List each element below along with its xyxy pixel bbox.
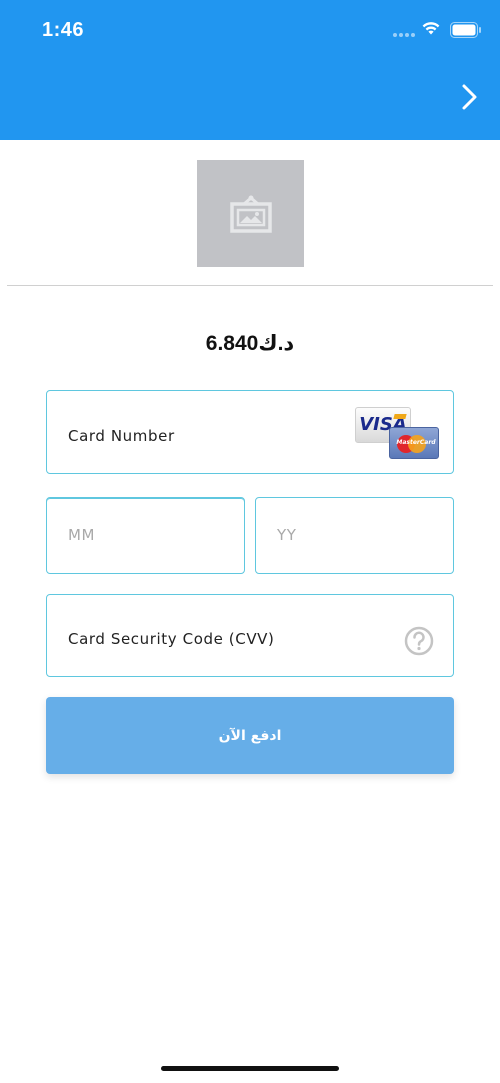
expiry-year-input[interactable] (277, 526, 427, 544)
card-number-label: Card Number (68, 427, 175, 445)
image-placeholder-icon (229, 195, 272, 233)
battery-icon (450, 22, 481, 38)
pay-now-button[interactable]: ادفع الآن (46, 697, 454, 774)
chevron-right-icon (462, 84, 477, 110)
expiry-year-field[interactable] (255, 497, 454, 574)
payment-amount: 6.840د.ك (205, 332, 295, 355)
card-number-field[interactable]: Card Number VISA MasterCard (46, 390, 454, 474)
cvv-field[interactable]: Card Security Code (CVV) (46, 594, 454, 677)
signal-icon (393, 33, 415, 37)
divider (7, 285, 493, 286)
mastercard-logo-text: MasterCard (396, 439, 436, 446)
home-indicator[interactable] (161, 1066, 339, 1071)
product-image (197, 160, 304, 267)
cvv-label: Card Security Code (CVV) (68, 630, 275, 648)
wifi-icon (422, 22, 440, 35)
card-brand-logos: VISA MasterCard (355, 407, 441, 461)
mastercard-logo: MasterCard (389, 427, 439, 459)
expiry-month-input[interactable] (68, 526, 218, 544)
expiry-month-field[interactable] (46, 497, 245, 574)
app-header: 1:46 (0, 0, 500, 140)
status-time: 1:46 (42, 19, 85, 41)
forward-button[interactable] (452, 80, 488, 114)
question-circle-icon[interactable] (404, 626, 434, 656)
